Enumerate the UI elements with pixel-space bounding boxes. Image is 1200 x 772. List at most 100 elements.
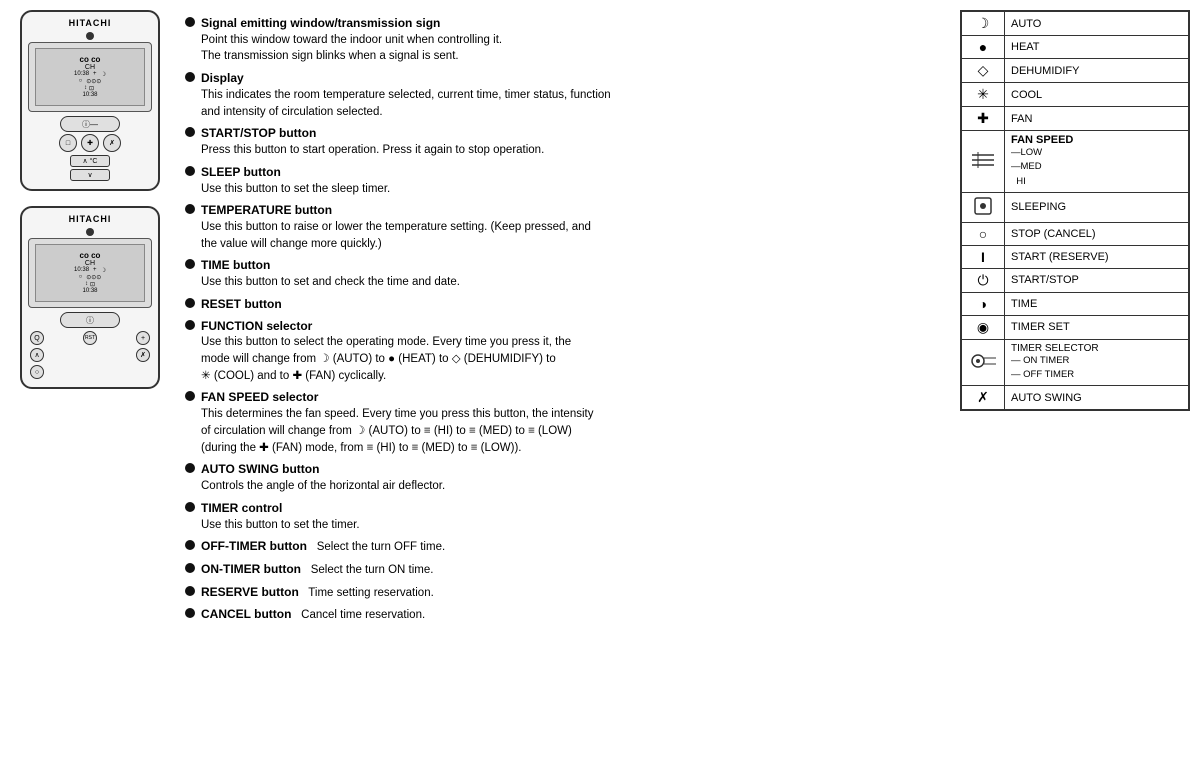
- bottom-buttons-row3: ○: [30, 365, 150, 379]
- bullet-title-autoswing: AUTO SWING button: [201, 461, 445, 478]
- bullet-desc-sleep: Use this button to set the sleep timer.: [201, 181, 390, 198]
- remote-bottom: HITACHI ᴄᴏ ᴄᴏ CH 10:38+☽ ○⊙⊙⊙ ↕⊡ 10:38: [20, 206, 160, 389]
- legend-label-startstop: START/STOP: [1005, 268, 1189, 292]
- btn-x-bottom[interactable]: ✗: [136, 348, 150, 362]
- btn-plus-top[interactable]: ✚: [81, 134, 99, 152]
- fanspeed-sub-items: —LOW —MED HI: [1011, 146, 1182, 189]
- legend-table: ☽ AUTO ● HEAT ◇ DEHUMIDIFY ✳ COOL ✚ FA: [961, 11, 1189, 410]
- btn-plus-bottom[interactable]: +: [136, 331, 150, 345]
- btn-info-top[interactable]: ⓘ—: [60, 116, 120, 132]
- bullet-desc-time: Use this button to set and check the tim…: [201, 274, 460, 291]
- legend-icon-timerset: ◉: [962, 315, 1005, 339]
- remote-top: HITACHI ᴄᴏ ᴄᴏ CH 10:38+☽ ○⊙⊙⊙ ↕⊡ 10:38: [20, 10, 160, 191]
- bullet-dot-reset: [185, 298, 195, 308]
- legend-icon-fan: ✚: [962, 107, 1005, 131]
- legend-row-dehumidify: ◇ DEHUMIDIFY: [962, 59, 1189, 83]
- signal-dot-bottom: [86, 228, 94, 236]
- legend-label-dehumidify: DEHUMIDIFY: [1005, 59, 1189, 83]
- bullet-dot-ontimer: [185, 563, 195, 573]
- legend-icon-autoswing: ✗: [962, 386, 1005, 410]
- bullet-startstop: START/STOP button Press this button to s…: [185, 125, 945, 158]
- legend-row-sleeping: SLEEPING: [962, 192, 1189, 222]
- legend-row-fan: ✚ FAN: [962, 107, 1189, 131]
- bullet-display: Display This indicates the room temperat…: [185, 70, 945, 120]
- legend-row-timersel: TIMER SELECTOR — ON TIMER — OFF TIMER: [962, 339, 1189, 386]
- btn-temp-down-top[interactable]: ∨: [70, 169, 110, 181]
- bullet-dot-autoswing: [185, 463, 195, 473]
- legend-row-autoswing: ✗ AUTO SWING: [962, 386, 1189, 410]
- sleeping-icon-svg: [973, 196, 993, 216]
- bullet-desc-temperature: Use this button to raise or lower the te…: [201, 219, 591, 252]
- legend-label-auto: AUTO: [1005, 12, 1189, 36]
- legend-row-heat: ● HEAT: [962, 36, 1189, 59]
- bullet-title-sleep: SLEEP button: [201, 164, 390, 181]
- bullet-desc-display: This indicates the room temperature sele…: [201, 87, 611, 120]
- bullet-title-offtimer: OFF-TIMER button: [201, 539, 307, 553]
- bullet-title-ontimer: ON-TIMER button: [201, 562, 301, 576]
- legend-icon-startstop: ⏻: [962, 268, 1005, 292]
- btn-temp-up-top[interactable]: ∧ °C: [70, 155, 110, 167]
- legend-label-timersel: TIMER SELECTOR — ON TIMER — OFF TIMER: [1005, 339, 1189, 386]
- legend-label-cool: COOL: [1005, 83, 1189, 107]
- left-panel: HITACHI ᴄᴏ ᴄᴏ CH 10:38+☽ ○⊙⊙⊙ ↕⊡ 10:38: [10, 10, 170, 762]
- bullet-dot-display: [185, 72, 195, 82]
- bullet-desc-ontimer: Select the turn ON time.: [304, 564, 433, 576]
- legend-label-timerset: TIMER SET: [1005, 315, 1189, 339]
- instructions-panel: Signal emitting window/transmission sign…: [170, 10, 960, 762]
- bullet-title-display: Display: [201, 70, 611, 87]
- timer-selector-icon: [968, 346, 998, 376]
- bullet-desc-signal: Point this window toward the indoor unit…: [201, 32, 502, 65]
- bullet-desc-reserve: Time setting reservation.: [302, 587, 434, 599]
- bullet-temperature: TEMPERATURE button Use this button to ra…: [185, 202, 945, 252]
- legend-icon-heat: ●: [962, 36, 1005, 59]
- bullet-fanspeed: FAN SPEED selector This determines the f…: [185, 389, 945, 456]
- legend-row-startstop: ⏻ START/STOP: [962, 268, 1189, 292]
- bullet-title-time: TIME button: [201, 257, 460, 274]
- fanspeed-label-main: FAN SPEED: [1011, 134, 1182, 146]
- legend-icon-auto: ☽: [962, 12, 1005, 36]
- bullet-function: FUNCTION selector Use this button to sel…: [185, 318, 945, 385]
- hitachi-logo-top: HITACHI: [28, 18, 152, 28]
- bullet-title-startstop: START/STOP button: [201, 125, 544, 142]
- legend-label-time: TIME: [1005, 292, 1189, 315]
- legend-label-start: START (RESERVE): [1005, 245, 1189, 268]
- bullet-desc-offtimer: Select the turn OFF time.: [310, 541, 445, 553]
- bullet-desc-autoswing: Controls the angle of the horizontal air…: [201, 478, 445, 495]
- legend-icon-start: I: [962, 245, 1005, 268]
- legend-row-time: ◑ TIME: [962, 292, 1189, 315]
- bullet-title-function: FUNCTION selector: [201, 318, 571, 335]
- bullet-dot-signal: [185, 17, 195, 27]
- bullet-time: TIME button Use this button to set and c…: [185, 257, 945, 290]
- btn-circle-bottom[interactable]: ○: [30, 365, 44, 379]
- bullet-dot-startstop: [185, 127, 195, 137]
- bullet-desc-fanspeed: This determines the fan speed. Every tim…: [201, 406, 593, 456]
- bullet-ontimer: ON-TIMER button Select the turn ON time.: [185, 561, 945, 579]
- bullet-sleep: SLEEP button Use this button to set the …: [185, 164, 945, 197]
- timersel-sub-items: — ON TIMER — OFF TIMER: [1011, 354, 1182, 383]
- timersel-label-main: TIMER SELECTOR: [1011, 343, 1182, 354]
- bullet-dot-sleep: [185, 166, 195, 176]
- legend-label-heat: HEAT: [1005, 36, 1189, 59]
- bullet-dot-temperature: [185, 204, 195, 214]
- bullet-dot-fanspeed: [185, 391, 195, 401]
- legend-row-timerset: ◉ TIMER SET: [962, 315, 1189, 339]
- btn-reset-bottom[interactable]: RST: [83, 331, 97, 345]
- legend-icon-time: ◑: [962, 292, 1005, 315]
- btn-q-bottom[interactable]: Q: [30, 331, 44, 345]
- bullet-offtimer: OFF-TIMER button Select the turn OFF tim…: [185, 538, 945, 556]
- btn-x-top[interactable]: ✗: [103, 134, 121, 152]
- legend-icon-stop: ○: [962, 222, 1005, 245]
- bullet-title-reserve: RESERVE button: [201, 585, 299, 599]
- btn-info-bottom[interactable]: ⓘ: [60, 312, 120, 328]
- legend-label-stop: STOP (CANCEL): [1005, 222, 1189, 245]
- legend-row-auto: ☽ AUTO: [962, 12, 1189, 36]
- bullet-dot-timer: [185, 502, 195, 512]
- legend-icon-fanspeed: [962, 131, 1005, 193]
- btn-square-top[interactable]: □: [59, 134, 77, 152]
- bullet-timer: TIMER control Use this button to set the…: [185, 500, 945, 533]
- legend-label-fan: FAN: [1005, 107, 1189, 131]
- bullet-signal: Signal emitting window/transmission sign…: [185, 15, 945, 65]
- btn-arrow-bottom[interactable]: ∧: [30, 348, 44, 362]
- bullet-dot-reserve: [185, 586, 195, 596]
- display-top: ᴄᴏ ᴄᴏ CH 10:38+☽ ○⊙⊙⊙ ↕⊡ 10:38: [28, 42, 152, 112]
